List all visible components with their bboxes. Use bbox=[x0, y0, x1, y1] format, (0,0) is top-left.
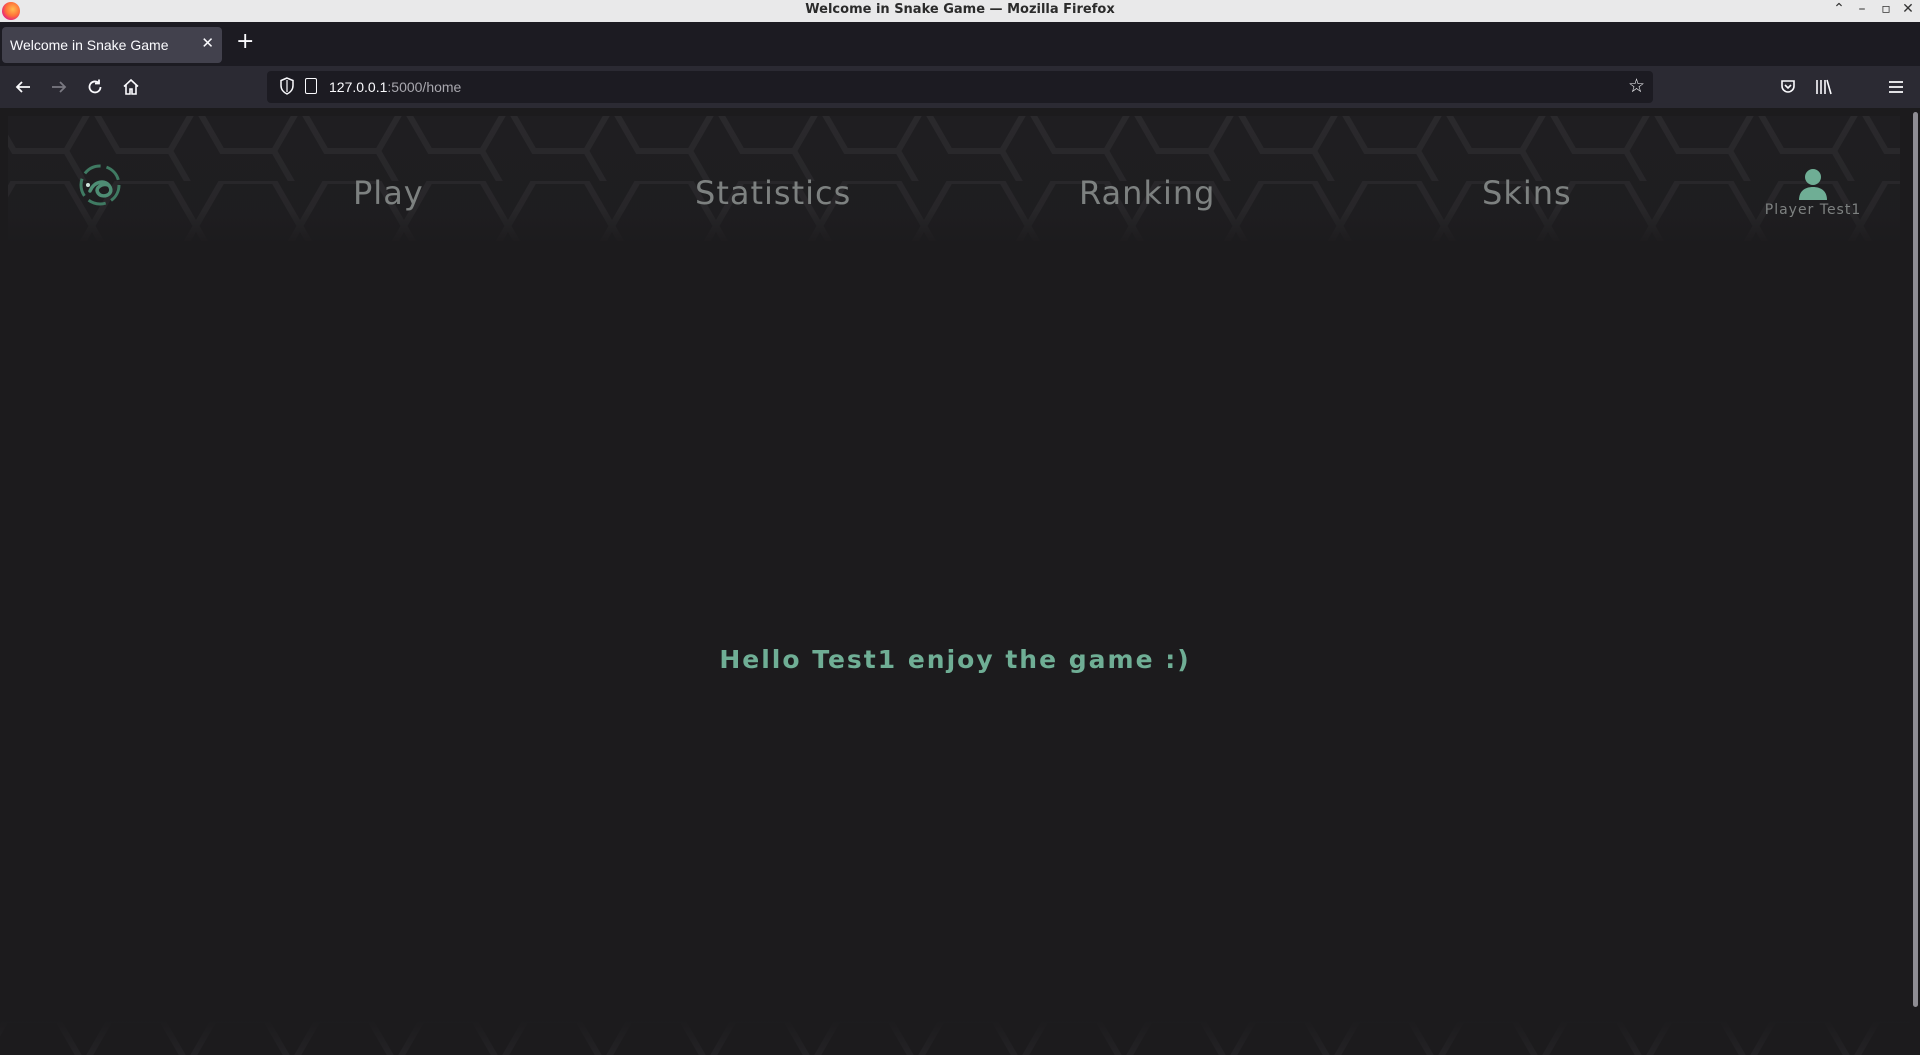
tab-strip: Welcome in Snake Game ✕ + bbox=[0, 22, 1920, 66]
menu-icon bbox=[1889, 81, 1903, 93]
bookmark-star-icon[interactable]: ☆ bbox=[1628, 75, 1645, 97]
url-bar[interactable]: 127.0.0.1:5000/home ☆ bbox=[267, 71, 1653, 103]
library-button[interactable] bbox=[1812, 75, 1836, 99]
page-scrollbar[interactable] bbox=[1910, 108, 1920, 1055]
user-name: Player Test1 bbox=[1764, 202, 1862, 218]
close-window-button[interactable]: ✕ bbox=[1898, 1, 1918, 17]
url-path: :5000/home bbox=[387, 79, 462, 95]
nav-ranking-link[interactable]: Ranking bbox=[1079, 174, 1215, 212]
page-viewport: Play Statistics Ranking Skins Player Tes… bbox=[0, 108, 1910, 1055]
nav-toolbar: 127.0.0.1:5000/home ☆ bbox=[0, 66, 1920, 161]
pocket-button[interactable] bbox=[1776, 75, 1800, 99]
back-icon bbox=[15, 81, 30, 93]
user-profile-link[interactable]: Player Test1 bbox=[1753, 168, 1873, 228]
tab-active[interactable]: Welcome in Snake Game ✕ bbox=[2, 27, 222, 63]
window-title: Welcome in Snake Game — Mozilla Firefox bbox=[805, 2, 1115, 17]
hex-pattern-background bbox=[8, 116, 1900, 241]
window-collapse-icon[interactable]: ⌃ bbox=[1829, 1, 1849, 17]
nav-skins-link[interactable]: Skins bbox=[1482, 174, 1572, 212]
library-icon bbox=[1816, 79, 1832, 95]
nav-statistics-link[interactable]: Statistics bbox=[695, 174, 851, 212]
nav-play-link[interactable]: Play bbox=[353, 174, 424, 212]
pocket-icon bbox=[1781, 80, 1795, 93]
minimize-button[interactable]: – bbox=[1852, 1, 1872, 17]
home-button[interactable] bbox=[119, 75, 143, 99]
tab-title: Welcome in Snake Game bbox=[10, 37, 169, 53]
forward-button[interactable] bbox=[47, 75, 71, 99]
snake-logo-icon[interactable] bbox=[76, 161, 124, 209]
forward-icon bbox=[52, 81, 67, 93]
window-titlebar: Welcome in Snake Game — Mozilla Firefox … bbox=[0, 0, 1920, 22]
menu-button[interactable] bbox=[1884, 75, 1908, 99]
url-host: 127.0.0.1 bbox=[329, 79, 388, 95]
back-button[interactable] bbox=[11, 75, 35, 99]
reload-button[interactable] bbox=[83, 75, 107, 99]
tab-close-icon[interactable]: ✕ bbox=[201, 34, 214, 52]
welcome-message: Hello Test1 enjoy the game :) bbox=[719, 645, 1191, 674]
home-icon bbox=[123, 78, 139, 95]
user-icon bbox=[1799, 169, 1827, 200]
site-header: Play Statistics Ranking Skins Player Tes… bbox=[8, 116, 1900, 241]
url-text[interactable]: 127.0.0.1:5000/home bbox=[329, 79, 461, 95]
page-icon[interactable] bbox=[305, 78, 317, 94]
maximize-button[interactable]: ▫ bbox=[1876, 1, 1896, 17]
new-tab-button[interactable]: + bbox=[236, 31, 254, 53]
footer-hex-pattern bbox=[0, 1020, 1910, 1055]
shield-icon[interactable] bbox=[279, 77, 295, 95]
reload-icon bbox=[88, 79, 102, 94]
scrollbar-thumb[interactable] bbox=[1913, 112, 1918, 1007]
